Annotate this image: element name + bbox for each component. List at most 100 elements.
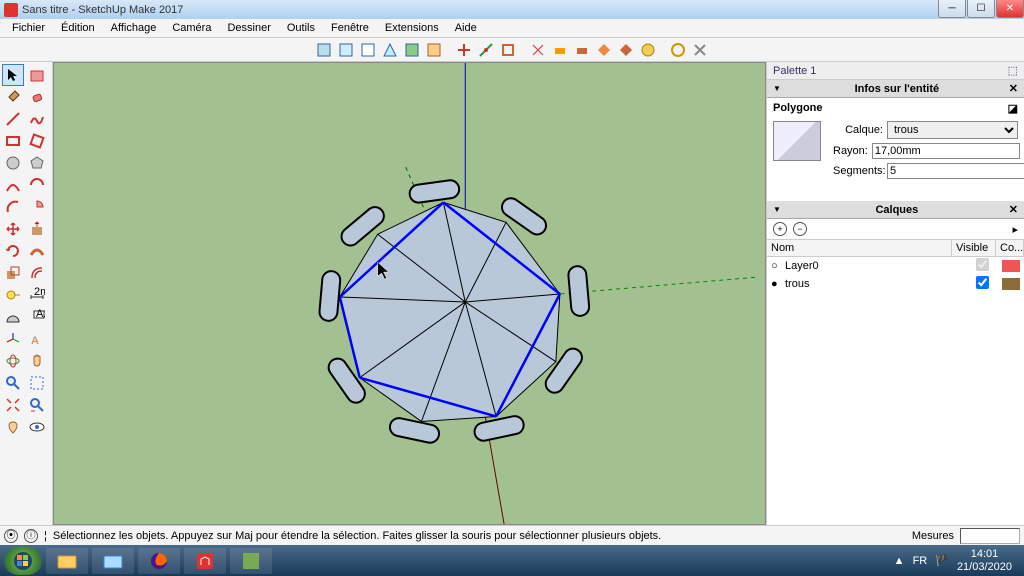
zoom-window-tool[interactable] — [26, 372, 48, 394]
layer-color-swatch[interactable] — [1002, 278, 1020, 290]
remove-layer-button[interactable]: − — [793, 222, 807, 236]
axes-tool[interactable] — [2, 328, 24, 350]
eraser-tool[interactable] — [26, 86, 48, 108]
freehand-tool[interactable] — [26, 108, 48, 130]
paint-bucket-tool[interactable] — [2, 86, 24, 108]
ext-icon-11[interactable] — [690, 40, 710, 60]
radius-input[interactable] — [872, 143, 1020, 159]
layers-menu-icon[interactable]: ▸ — [1012, 223, 1018, 236]
line-tool[interactable] — [2, 108, 24, 130]
previous-view-tool[interactable] — [26, 394, 48, 416]
layer-select[interactable]: trous — [887, 121, 1018, 139]
status-sep: ¦ — [44, 530, 47, 542]
pie-tool[interactable] — [26, 196, 48, 218]
close-button[interactable]: ✕ — [996, 0, 1024, 18]
position-camera-tool[interactable] — [2, 416, 24, 438]
menu-camera[interactable]: Caméra — [164, 20, 219, 36]
tray-date[interactable]: 21/03/2020 — [957, 561, 1012, 573]
ext-icon-5[interactable] — [550, 40, 570, 60]
style-icon-4[interactable] — [380, 40, 400, 60]
style-icon-2[interactable] — [336, 40, 356, 60]
look-around-tool[interactable] — [26, 416, 48, 438]
zoom-extents-tool[interactable] — [2, 394, 24, 416]
scale-tool[interactable] — [2, 262, 24, 284]
palette-header[interactable]: Palette 1 ⬚ — [767, 62, 1024, 80]
ext-icon-10[interactable] — [668, 40, 688, 60]
style-icon[interactable] — [314, 40, 334, 60]
ext-icon-6[interactable] — [572, 40, 592, 60]
maximize-button[interactable]: ☐ — [967, 0, 995, 18]
pin-icon[interactable]: ⬚ — [1008, 64, 1018, 77]
rotated-rect-tool[interactable] — [26, 130, 48, 152]
geo-icon[interactable]: ⦿ — [4, 529, 18, 543]
pan-tool[interactable] — [26, 350, 48, 372]
style-icon-6[interactable] — [424, 40, 444, 60]
start-button[interactable] — [4, 547, 42, 575]
measures-input[interactable] — [960, 528, 1020, 544]
tray-lang[interactable]: FR — [913, 555, 928, 567]
layers-header[interactable]: Calques ✕ — [767, 201, 1024, 219]
entity-menu-icon[interactable]: ◪ — [1008, 102, 1018, 115]
protractor-tool[interactable] — [2, 306, 24, 328]
text-tool[interactable]: A1 — [26, 306, 48, 328]
segments-input[interactable] — [887, 163, 1024, 179]
3d-viewport[interactable] — [53, 62, 766, 525]
layer-row-0[interactable]: ○ Layer0 — [767, 257, 1024, 275]
layer-visible-checkbox[interactable] — [976, 276, 989, 289]
taskbar-explorer[interactable] — [46, 548, 88, 574]
rectangle-tool[interactable] — [2, 130, 24, 152]
tray-chevron-icon[interactable]: ▲ — [894, 555, 905, 567]
offset-tool[interactable] — [26, 262, 48, 284]
menu-aide[interactable]: Aide — [447, 20, 485, 36]
ext-icon-9[interactable] — [638, 40, 658, 60]
tape-tool[interactable] — [2, 284, 24, 306]
add-layer-button[interactable]: + — [773, 222, 787, 236]
layer-row-1[interactable]: ● trous — [767, 275, 1024, 293]
ext-icon-8[interactable] — [616, 40, 636, 60]
style-icon-5[interactable] — [402, 40, 422, 60]
layer-radio[interactable]: ○ — [771, 260, 783, 272]
make-component-tool[interactable] — [26, 64, 48, 86]
arc2-tool[interactable] — [26, 174, 48, 196]
taskbar-files[interactable] — [92, 548, 134, 574]
minimize-button[interactable]: ─ — [938, 0, 966, 18]
menu-edition[interactable]: Édition — [53, 20, 103, 36]
style-icon-3[interactable] — [358, 40, 378, 60]
ext-icon-4[interactable] — [528, 40, 548, 60]
ext-icon-3[interactable] — [498, 40, 518, 60]
menu-outils[interactable]: Outils — [279, 20, 323, 36]
menu-dessiner[interactable]: Dessiner — [219, 20, 278, 36]
menu-affichage[interactable]: Affichage — [103, 20, 165, 36]
3dtext-tool[interactable]: A — [26, 328, 48, 350]
taskbar-firefox[interactable] — [138, 548, 180, 574]
menu-fichier[interactable]: Fichier — [4, 20, 53, 36]
polygon-tool[interactable] — [26, 152, 48, 174]
ext-icon-1[interactable] — [454, 40, 474, 60]
close-layers-icon[interactable]: ✕ — [1009, 203, 1018, 216]
layer-color-swatch[interactable] — [1002, 260, 1020, 272]
followme-tool[interactable] — [26, 240, 48, 262]
select-tool[interactable] — [2, 64, 24, 86]
taskbar-app[interactable] — [230, 548, 272, 574]
layer-visible-checkbox[interactable] — [976, 258, 989, 271]
ext-icon-2[interactable] — [476, 40, 496, 60]
credits-icon[interactable]: ⓘ — [24, 529, 38, 543]
menu-fenetre[interactable]: Fenêtre — [323, 20, 377, 36]
circle-tool[interactable] — [2, 152, 24, 174]
orbit-tool[interactable] — [2, 350, 24, 372]
dimension-tool[interactable]: 2m — [26, 284, 48, 306]
taskbar-sketchup[interactable] — [184, 548, 226, 574]
tray-time[interactable]: 14:01 — [957, 548, 1012, 560]
arc3-tool[interactable] — [2, 196, 24, 218]
layer-radio[interactable]: ● — [771, 278, 783, 290]
entity-info-header[interactable]: Infos sur l'entité ✕ — [767, 80, 1024, 98]
rotate-tool[interactable] — [2, 240, 24, 262]
tray-flag-icon[interactable]: 🏴 — [935, 554, 949, 567]
zoom-tool[interactable] — [2, 372, 24, 394]
pushpull-tool[interactable] — [26, 218, 48, 240]
ext-icon-7[interactable] — [594, 40, 614, 60]
arc-tool[interactable] — [2, 174, 24, 196]
menu-extensions[interactable]: Extensions — [377, 20, 447, 36]
move-tool[interactable] — [2, 218, 24, 240]
close-entity-icon[interactable]: ✕ — [1009, 82, 1018, 95]
